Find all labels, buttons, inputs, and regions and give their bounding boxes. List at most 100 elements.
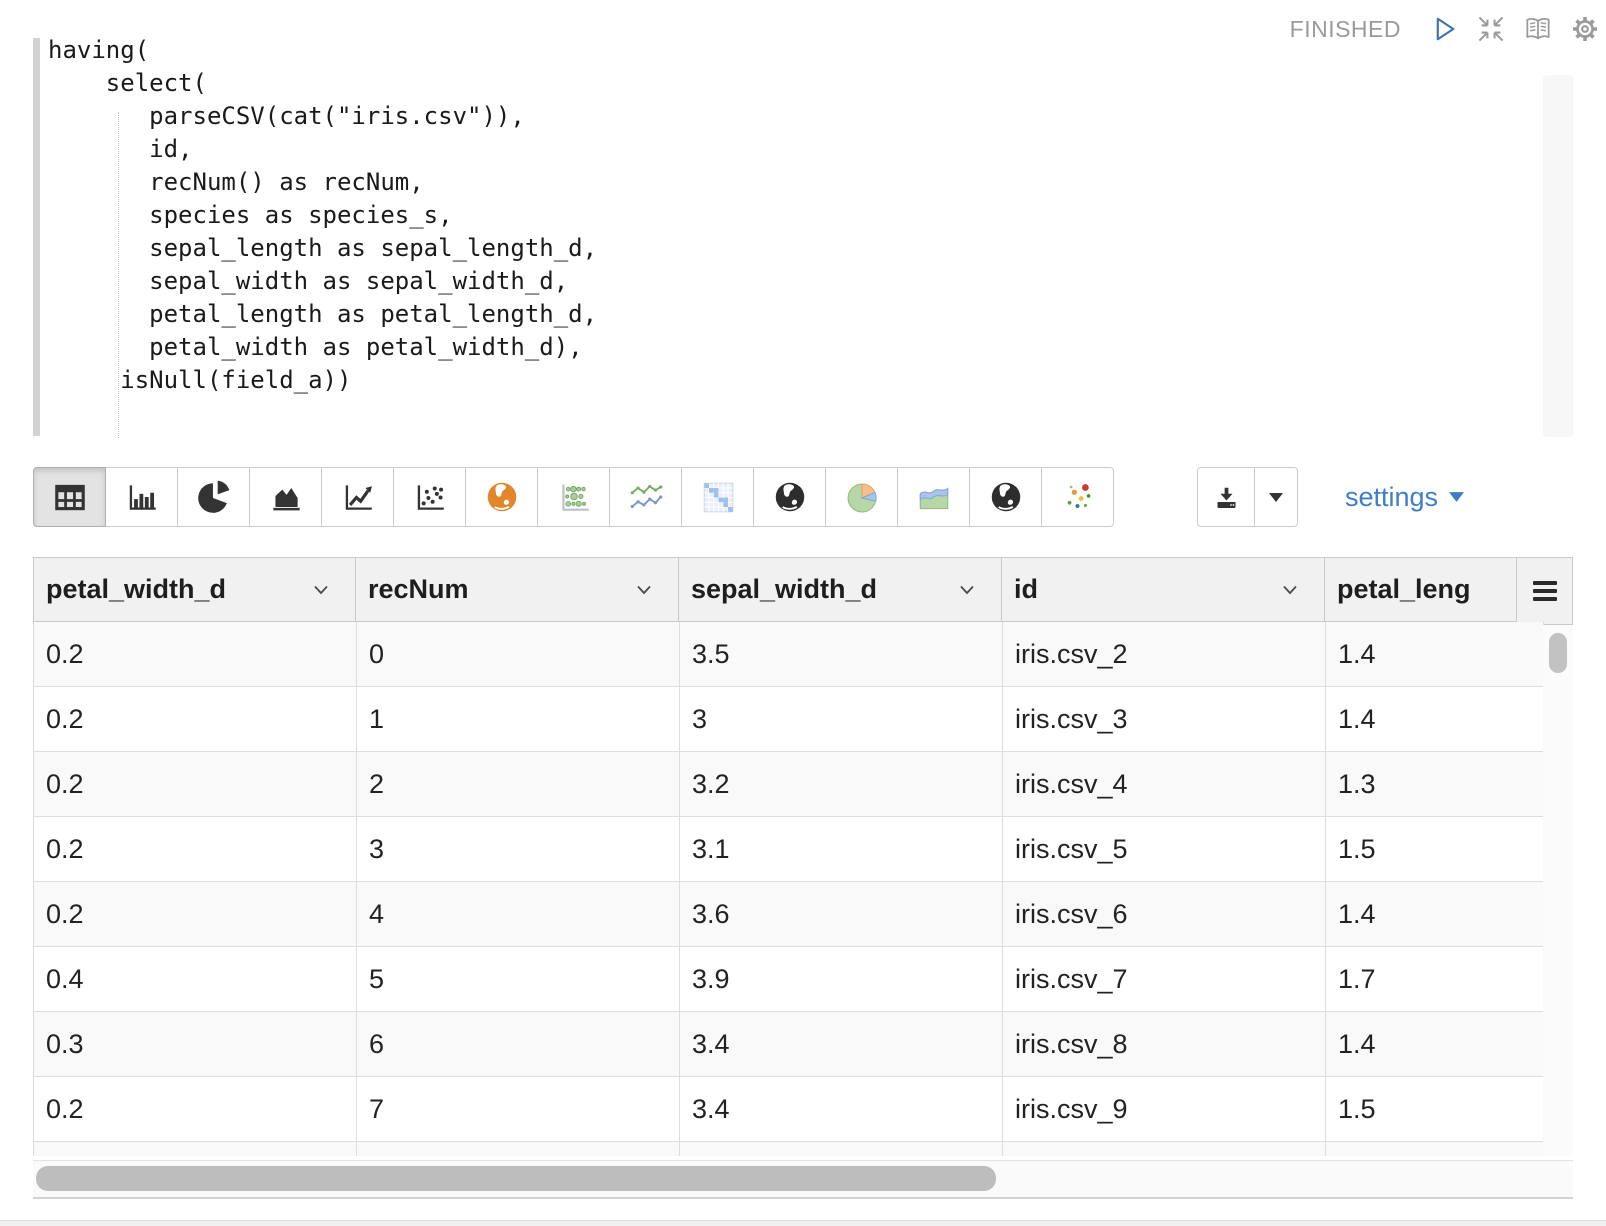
settings-gear-button[interactable] [1569, 13, 1601, 45]
column-header-label: petal_width_d [46, 574, 226, 605]
run-icon [1428, 13, 1460, 45]
table-cell: 3.2 [680, 752, 1003, 817]
table-cell: 1.3 [1326, 752, 1544, 817]
table-cell [34, 1142, 357, 1156]
table-cell: iris.csv_5 [1003, 817, 1326, 882]
horizontal-scrollbar-thumb[interactable] [36, 1166, 996, 1191]
table-cell: 0.3 [34, 1012, 357, 1077]
table-row: 0.203.5iris.csv_21.4 [34, 622, 1544, 687]
chart-button-pie-pastel[interactable] [825, 467, 898, 527]
table-cell: 6 [357, 1012, 680, 1077]
column-header-sepal_width_d[interactable]: sepal_width_d [679, 557, 1002, 622]
column-header-label: sepal_width_d [691, 574, 877, 605]
paragraph-controls: FINISHED [1290, 13, 1601, 45]
table-cell: 0.2 [34, 882, 357, 947]
menu-icon [1532, 580, 1558, 602]
table-cell: 3.9 [680, 947, 1003, 1012]
chart-button-globe-2[interactable] [969, 467, 1042, 527]
table-cell: 0.2 [34, 752, 357, 817]
paragraph-code: having( select( parseCSV(cat("iris.csv")… [48, 34, 597, 397]
map-orange-icon [483, 478, 521, 516]
table-cell: 2 [357, 752, 680, 817]
column-header-petal_width_d[interactable]: petal_width_d [33, 557, 356, 622]
chart-button-globe[interactable] [753, 467, 826, 527]
chart-button-pie-chart[interactable] [177, 467, 250, 527]
table-cell: 1.7 [1326, 947, 1544, 1012]
table-cell: 1.4 [1326, 687, 1544, 752]
chart-button-table[interactable] [33, 467, 106, 527]
chart-button-area-chart[interactable] [249, 467, 322, 527]
table-cell: 3.1 [680, 817, 1003, 882]
table-cell [680, 1142, 1003, 1156]
table-cell: 0.2 [34, 622, 357, 687]
chart-button-map-orange[interactable] [465, 467, 538, 527]
chart-button-multi-line-chart[interactable] [609, 467, 682, 527]
table-cell: 5 [357, 947, 680, 1012]
globe-icon [771, 478, 809, 516]
scatter-color-icon [1059, 478, 1097, 516]
pie-pastel-icon [843, 478, 881, 516]
settings-link[interactable]: settings [1345, 467, 1464, 527]
chart-button-area-pastel[interactable] [897, 467, 970, 527]
table-row: 0.223.2iris.csv_41.3 [34, 752, 1544, 817]
table-cell: iris.csv_3 [1003, 687, 1326, 752]
caret-down-icon [1269, 493, 1283, 502]
notebook-paragraph: having( select( parseCSV(cat("iris.csv")… [0, 0, 1606, 1226]
vertical-scrollbar-thumb[interactable] [1549, 633, 1567, 673]
run-button[interactable] [1428, 13, 1460, 45]
table-header: petal_width_d recNum sepal_width_d id petal_… [33, 557, 1517, 622]
download-icon [1213, 484, 1240, 511]
table-cell: 1.5 [1326, 817, 1544, 882]
chart-button-heatmap[interactable] [681, 467, 754, 527]
table-menu-button[interactable] [1517, 557, 1573, 625]
chevron-down-icon[interactable] [1282, 585, 1298, 595]
book-button[interactable] [1522, 13, 1554, 45]
table-cell: 3 [357, 817, 680, 882]
table-row: 0.453.9iris.csv_71.7 [34, 947, 1544, 1012]
multi-line-chart-icon [627, 478, 665, 516]
column-header-label: id [1014, 574, 1038, 605]
table-cell: 0.2 [34, 1077, 357, 1142]
table-row: 0.273.4iris.csv_91.5 [34, 1077, 1544, 1142]
chevron-down-icon[interactable] [959, 585, 975, 595]
table-cell: 1.5 [1326, 1077, 1544, 1142]
download-options-button[interactable] [1254, 467, 1298, 527]
code-editor[interactable]: having( select( parseCSV(cat("iris.csv")… [33, 30, 1573, 440]
pie-chart-icon [195, 478, 233, 516]
table-vertical-scrollbar[interactable] [1543, 625, 1573, 1156]
shrink-icon [1475, 13, 1507, 45]
shrink-button[interactable] [1475, 13, 1507, 45]
book-icon [1522, 13, 1554, 45]
table-cell: 1 [357, 687, 680, 752]
chart-button-line-chart[interactable] [321, 467, 394, 527]
table-cell: 0.2 [34, 687, 357, 752]
table-horizontal-scrollbar[interactable] [33, 1160, 1573, 1199]
chart-button-scatter-color[interactable] [1041, 467, 1114, 527]
editor-scrollbar-track[interactable] [1543, 75, 1573, 437]
chart-button-scatter-chart[interactable] [393, 467, 466, 527]
download-button[interactable] [1197, 467, 1255, 527]
bar-chart-icon [123, 478, 161, 516]
status-badge: FINISHED [1290, 16, 1401, 43]
column-header-recNum[interactable]: recNum [356, 557, 679, 622]
column-header-petal_leng[interactable]: petal_leng [1325, 557, 1517, 622]
globe-icon [987, 478, 1025, 516]
chart-button-bubble-chart[interactable] [537, 467, 610, 527]
chevron-down-icon[interactable] [313, 585, 329, 595]
table-cell: 1.4 [1326, 622, 1544, 687]
column-header-id[interactable]: id [1002, 557, 1325, 622]
table-cell: 3.6 [680, 882, 1003, 947]
chevron-down-icon[interactable] [636, 585, 652, 595]
paragraph-divider [0, 1220, 1606, 1226]
table-row: 0.363.4iris.csv_81.4 [34, 1012, 1544, 1077]
table-row: 0.213iris.csv_31.4 [34, 687, 1544, 752]
table-row: 0.233.1iris.csv_51.5 [34, 817, 1544, 882]
display-toolbar: settings [33, 467, 1573, 527]
scatter-chart-icon [411, 478, 449, 516]
chart-button-bar-chart[interactable] [105, 467, 178, 527]
editor-gutter-bar [33, 38, 40, 436]
line-chart-icon [339, 478, 377, 516]
table-cell: 3.5 [680, 622, 1003, 687]
table-cell: iris.csv_6 [1003, 882, 1326, 947]
table-row: 0.243.6iris.csv_61.4 [34, 882, 1544, 947]
